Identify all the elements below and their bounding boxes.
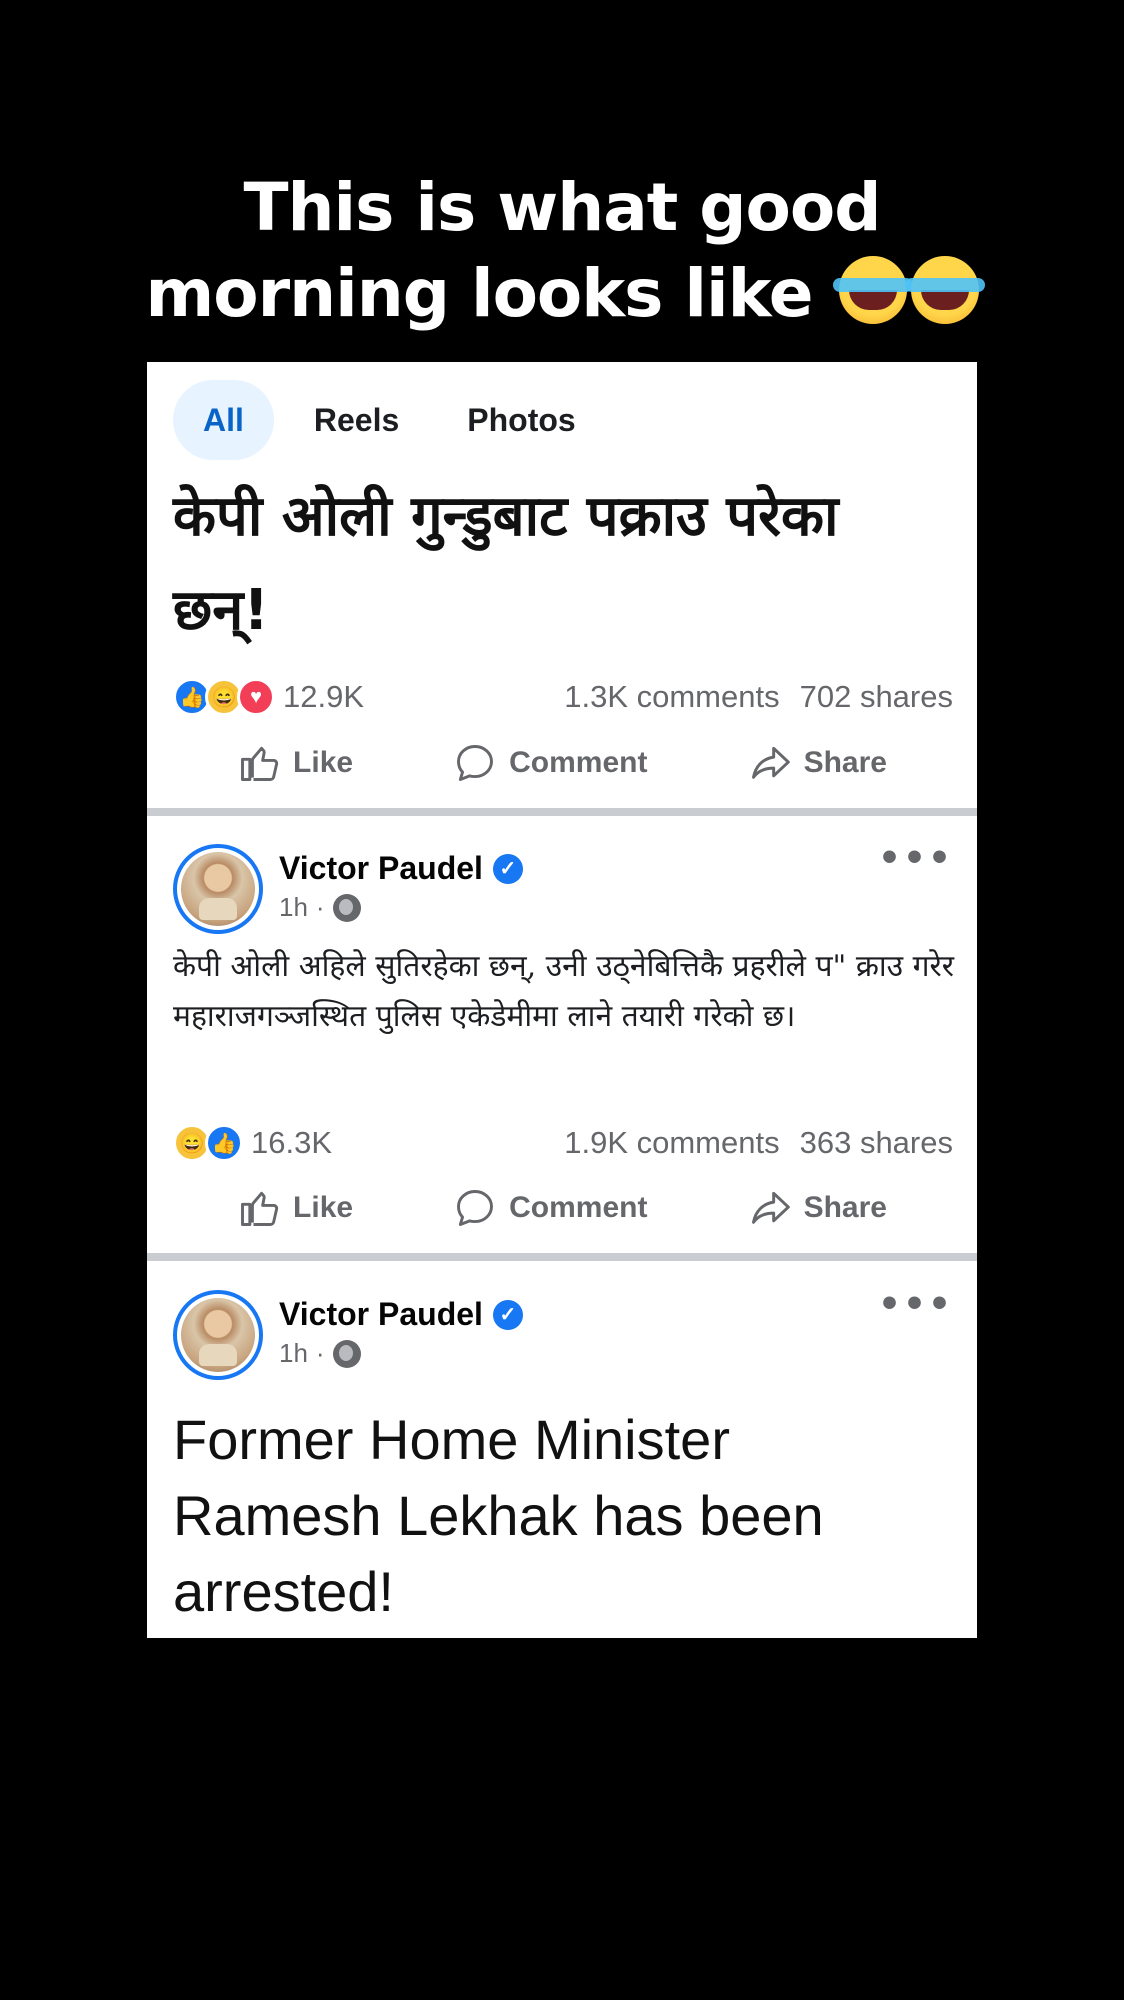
post-1-actions: Like Comment Share	[147, 728, 977, 798]
reaction-icons[interactable]: 😄 👍	[173, 1124, 243, 1162]
comment-button[interactable]: Comment	[453, 1186, 647, 1230]
share-button[interactable]: Share	[748, 1186, 887, 1230]
author-name[interactable]: Victor Paudel ✓	[279, 1296, 523, 1333]
video-caption: This is what good morning looks like	[0, 165, 1124, 337]
post-meta: 1h ·	[279, 892, 361, 923]
like-label: Like	[293, 1191, 354, 1224]
globe-icon	[332, 1339, 361, 1368]
verified-badge-icon: ✓	[492, 1299, 523, 1330]
comment-bubble-icon	[457, 1190, 494, 1226]
post-divider	[147, 808, 977, 816]
verified-badge-icon: ✓	[492, 853, 523, 884]
avatar[interactable]	[173, 1290, 263, 1380]
like-button[interactable]: Like	[237, 1186, 353, 1230]
share-count[interactable]: 363 shares	[800, 1125, 953, 1161]
post-2-text: केपी ओली अहिले सुतिरहेका छन्, उनी उठ्नेब…	[173, 949, 955, 1034]
comment-label: Comment	[509, 746, 648, 779]
share-button[interactable]: Share	[748, 741, 887, 785]
more-options-icon[interactable]: •••	[878, 841, 953, 877]
share-arrow-icon	[751, 746, 790, 779]
comment-count[interactable]: 1.3K comments	[564, 679, 779, 715]
post-1-stats: 👍 😄 ♥ 12.9K 1.3K comments 702 shares	[173, 675, 953, 719]
globe-icon	[332, 893, 361, 922]
post-2-stats: 😄 👍 16.3K 1.9K comments 363 shares	[173, 1121, 953, 1165]
reaction-count[interactable]: 12.9K	[283, 679, 364, 715]
post-2-header: Victor Paudel ✓ 1h · •••	[173, 841, 953, 934]
post-time: 1h	[279, 1338, 308, 1368]
thumbs-up-icon	[241, 1191, 279, 1226]
comment-count[interactable]: 1.9K comments	[564, 1125, 779, 1161]
post-2-actions: Like Comment Share	[147, 1173, 977, 1243]
author-name[interactable]: Victor Paudel ✓	[279, 850, 523, 887]
share-count[interactable]: 702 shares	[800, 679, 953, 715]
facebook-screenshot: All Reels Photos केपी ओली गुन्डुबाट पक्र…	[147, 362, 977, 1638]
comment-button[interactable]: Comment	[453, 741, 647, 785]
like-button[interactable]: Like	[237, 741, 353, 785]
love-reaction-icon: ♥	[237, 678, 275, 716]
tab-photos[interactable]: Photos	[439, 380, 603, 460]
post-3-header: Victor Paudel ✓ 1h · •••	[173, 1287, 953, 1380]
tab-all[interactable]: All	[173, 380, 274, 460]
caption-line-2: morning looks like	[0, 251, 1124, 337]
more-options-icon[interactable]: •••	[878, 1287, 953, 1323]
post-meta: 1h ·	[279, 1338, 361, 1369]
comment-label: Comment	[509, 1191, 648, 1224]
share-label: Share	[803, 746, 887, 779]
post-divider	[147, 1253, 977, 1261]
reaction-icons[interactable]: 👍 😄 ♥	[173, 678, 275, 716]
comment-bubble-icon	[457, 745, 494, 781]
share-label: Share	[803, 1191, 887, 1224]
reaction-count[interactable]: 16.3K	[251, 1125, 332, 1161]
avatar[interactable]	[173, 844, 263, 934]
like-label: Like	[293, 746, 354, 779]
laughing-emoji-icon	[832, 256, 913, 324]
thumbs-up-icon	[241, 746, 279, 781]
post-time: 1h	[279, 892, 308, 922]
share-arrow-icon	[751, 1191, 790, 1224]
laughing-emoji-icon	[904, 256, 985, 324]
post-1-text: केपी ओली गुन्डुबाट पक्राउ परेका छन्!	[173, 484, 839, 643]
like-reaction-icon: 👍	[205, 1124, 243, 1162]
filter-tabs: All Reels Photos	[173, 380, 616, 460]
caption-line-1: This is what good	[243, 169, 882, 246]
tab-reels[interactable]: Reels	[286, 380, 427, 460]
post-3-text: Former Home Minister Ramesh Lekhak has b…	[173, 1408, 824, 1623]
